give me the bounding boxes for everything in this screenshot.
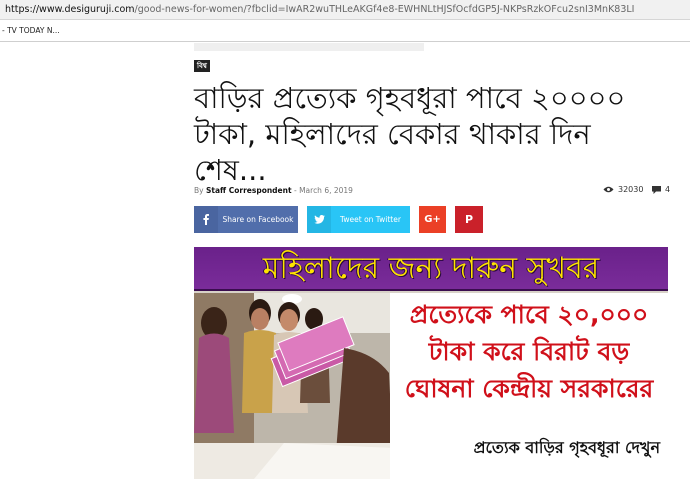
views-count: 32030 [618,185,644,194]
byline-separator: - [293,186,297,195]
share-twitter-button[interactable]: Tweet on Twitter [307,206,410,233]
url-domain: https://www.desiguruji.com [5,4,135,15]
url-path: /good-news-for-women/?fbclid=IwAR2wuTHLe… [134,4,635,15]
share-facebook-button[interactable]: Share on Facebook [194,206,298,233]
banner-line-2: টাকা করে বিরাট বড় [428,337,630,366]
facebook-label: Share on Facebook [222,215,294,224]
comments-count: 4 [665,185,671,194]
comment-icon [652,185,661,194]
banner-line-3: ঘোষনা কেন্দ্রীয় সরকারের [404,374,654,403]
google-plus-icon: G+ [424,214,441,225]
bookmarks-bar: - TV TODAY N... [0,20,690,42]
facebook-icon [194,206,218,233]
pinterest-icon: P [464,213,474,226]
twitter-icon [307,206,331,233]
comments-counter[interactable]: 4 [652,185,670,194]
banner-bottom-text: প্রত্যেক বাড়ির গৃহবধূরা দেখুন [473,438,660,457]
banner-headline: মহিলাদের জন্য দারুন সুখবর [194,247,668,291]
address-bar[interactable]: https://www.desiguruji.com/good-news-for… [0,0,690,20]
author-link[interactable]: Staff Correspondent [206,186,292,195]
byline-prefix: By [194,186,204,195]
twitter-label: Tweet on Twitter [340,215,401,224]
banner-photo [194,293,394,479]
byline: By Staff Correspondent - March 6, 2019 [194,186,353,195]
featured-image: মহিলাদের জন্য দারুন সুখবর প্রত্যেকে পাবে… [194,247,668,479]
views-counter: 32030 [603,185,643,194]
article-title: বাড়ির প্রত্যেক গৃহবধূরা পাবে ২০০০০ টাকা… [194,81,626,187]
category-badge[interactable]: বিশ্ব [194,60,210,72]
share-google-plus-button[interactable]: G+ [419,206,446,233]
banner-line-1: প্রত্যেকে পাবে ২০,০০০ [409,300,649,329]
bookmark-item[interactable]: - TV TODAY N... [2,26,60,35]
women-with-money-illustration [194,293,394,479]
publish-date: March 6, 2019 [299,186,353,195]
eye-icon [603,186,614,193]
top-divider [194,43,424,51]
share-pinterest-button[interactable]: P [455,206,483,233]
